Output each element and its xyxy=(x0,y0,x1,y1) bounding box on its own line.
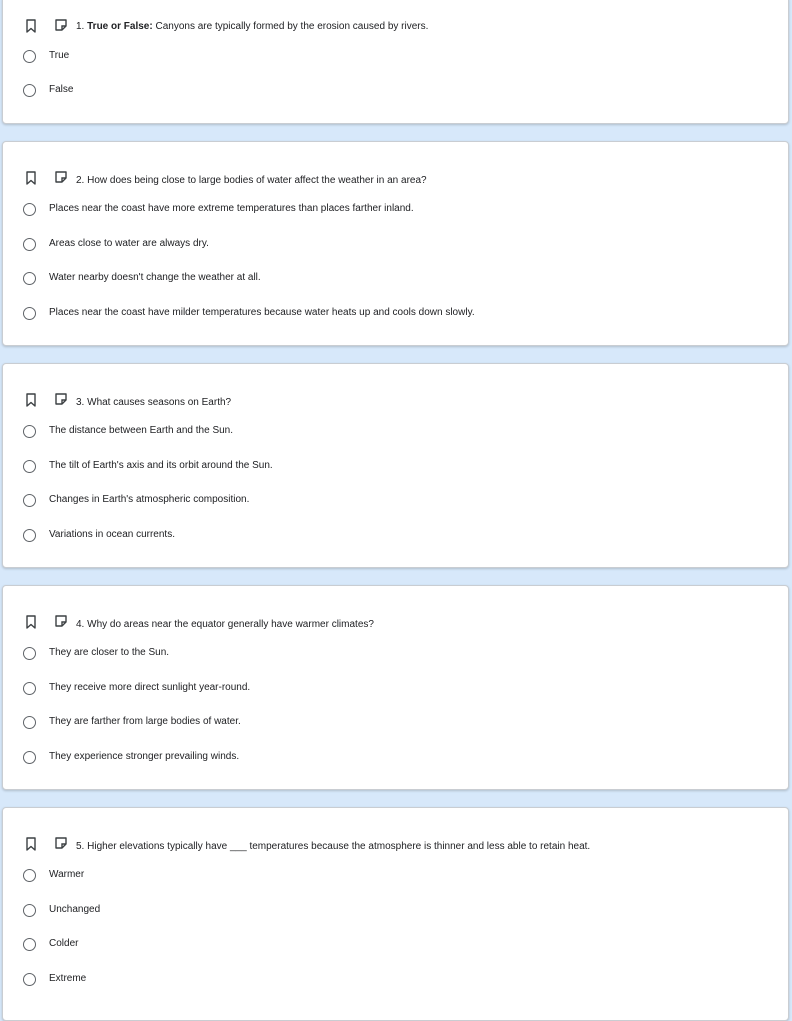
question-number: 1. xyxy=(76,21,85,32)
radio-button[interactable] xyxy=(23,425,36,438)
option-row[interactable]: Warmer xyxy=(3,867,703,887)
option-label: They are farther from large bodies of wa… xyxy=(49,716,241,727)
option-row[interactable]: They are closer to the Sun. xyxy=(3,645,703,665)
question-text: 5. Higher elevations typically have ___ … xyxy=(76,840,590,854)
radio-button[interactable] xyxy=(23,647,36,660)
option-label: The distance between Earth and the Sun. xyxy=(49,425,234,436)
radio-button[interactable] xyxy=(23,751,36,764)
radio-button[interactable] xyxy=(23,460,36,473)
question-bold-prefix: True or False: xyxy=(87,21,153,32)
question-card-3: 3. What causes seasons on Earth? The dis… xyxy=(2,363,789,568)
option-label: False xyxy=(49,84,74,95)
option-row[interactable]: Water nearby doesn't change the weather … xyxy=(3,270,703,290)
radio-button[interactable] xyxy=(23,272,36,285)
radio-button[interactable] xyxy=(23,494,36,507)
bookmark-icon[interactable] xyxy=(25,19,37,33)
option-row[interactable]: Changes in Earth's atmospheric compositi… xyxy=(3,492,703,512)
question-body: How does being close to large bodies of … xyxy=(87,175,427,186)
option-row[interactable]: False xyxy=(3,82,703,102)
option-label: Places near the coast have more extreme … xyxy=(49,203,414,214)
question-text: 4. Why do areas near the equator general… xyxy=(76,618,374,632)
bookmark-icon[interactable] xyxy=(25,837,37,851)
question-text: 1. True or False: Canyons are typically … xyxy=(76,20,428,34)
option-label: Unchanged xyxy=(49,904,101,915)
radio-button[interactable] xyxy=(23,973,36,986)
option-row[interactable]: Variations in ocean currents. xyxy=(3,527,703,547)
option-row[interactable]: True xyxy=(3,48,703,68)
radio-button[interactable] xyxy=(23,904,36,917)
option-row[interactable]: Places near the coast have milder temper… xyxy=(3,305,703,325)
radio-button[interactable] xyxy=(23,307,36,320)
option-row[interactable]: The tilt of Earth's axis and its orbit a… xyxy=(3,458,703,478)
question-number: 3. xyxy=(76,397,85,408)
question-body: Why do areas near the equator generally … xyxy=(87,619,374,630)
option-label: Colder xyxy=(49,938,79,949)
note-icon[interactable] xyxy=(54,836,69,851)
option-row[interactable]: Areas close to water are always dry. xyxy=(3,236,703,256)
question-card-4: 4. Why do areas near the equator general… xyxy=(2,585,789,790)
question-body: Canyons are typically formed by the eros… xyxy=(155,21,429,32)
option-label: Water nearby doesn't change the weather … xyxy=(49,272,261,283)
bookmark-icon[interactable] xyxy=(25,615,37,629)
question-body: What causes seasons on Earth? xyxy=(87,397,232,408)
note-icon[interactable] xyxy=(54,170,69,185)
radio-button[interactable] xyxy=(23,84,36,97)
option-row[interactable]: The distance between Earth and the Sun. xyxy=(3,423,703,443)
question-card-1: 1. True or False: Canyons are typically … xyxy=(2,0,789,124)
radio-button[interactable] xyxy=(23,203,36,216)
option-label: True xyxy=(49,50,70,61)
radio-button[interactable] xyxy=(23,869,36,882)
option-label: They are closer to the Sun. xyxy=(49,647,170,658)
option-label: They receive more direct sunlight year-r… xyxy=(49,682,251,693)
radio-button[interactable] xyxy=(23,682,36,695)
question-text: 2. How does being close to large bodies … xyxy=(76,174,427,188)
radio-button[interactable] xyxy=(23,529,36,542)
option-label: Warmer xyxy=(49,869,85,880)
option-row[interactable]: They experience stronger prevailing wind… xyxy=(3,749,703,769)
question-number: 5. xyxy=(76,841,85,852)
radio-button[interactable] xyxy=(23,50,36,63)
option-label: Changes in Earth's atmospheric compositi… xyxy=(49,494,250,505)
radio-button[interactable] xyxy=(23,238,36,251)
question-number: 4. xyxy=(76,619,85,630)
question-text: 3. What causes seasons on Earth? xyxy=(76,396,231,410)
option-row[interactable]: Unchanged xyxy=(3,902,703,922)
note-icon[interactable] xyxy=(54,614,69,629)
option-label: Areas close to water are always dry. xyxy=(49,238,209,249)
bookmark-icon[interactable] xyxy=(25,171,37,185)
option-row[interactable]: Extreme xyxy=(3,971,703,991)
option-label: Places near the coast have milder temper… xyxy=(49,307,475,318)
radio-button[interactable] xyxy=(23,716,36,729)
question-body: Higher elevations typically have ___ tem… xyxy=(87,841,591,852)
option-row[interactable]: They receive more direct sunlight year-r… xyxy=(3,680,703,700)
note-icon[interactable] xyxy=(54,392,69,407)
option-label: Extreme xyxy=(49,973,87,984)
question-card-5: 5. Higher elevations typically have ___ … xyxy=(2,807,789,1021)
bookmark-icon[interactable] xyxy=(25,393,37,407)
option-label: Variations in ocean currents. xyxy=(49,529,175,540)
radio-button[interactable] xyxy=(23,938,36,951)
option-label: They experience stronger prevailing wind… xyxy=(49,751,240,762)
question-card-2: 2. How does being close to large bodies … xyxy=(2,141,789,346)
option-row[interactable]: Places near the coast have more extreme … xyxy=(3,201,703,221)
option-row[interactable]: Colder xyxy=(3,936,703,956)
option-row[interactable]: They are farther from large bodies of wa… xyxy=(3,714,703,734)
option-label: The tilt of Earth's axis and its orbit a… xyxy=(49,460,273,471)
question-number: 2. xyxy=(76,175,85,186)
note-icon[interactable] xyxy=(54,18,69,33)
